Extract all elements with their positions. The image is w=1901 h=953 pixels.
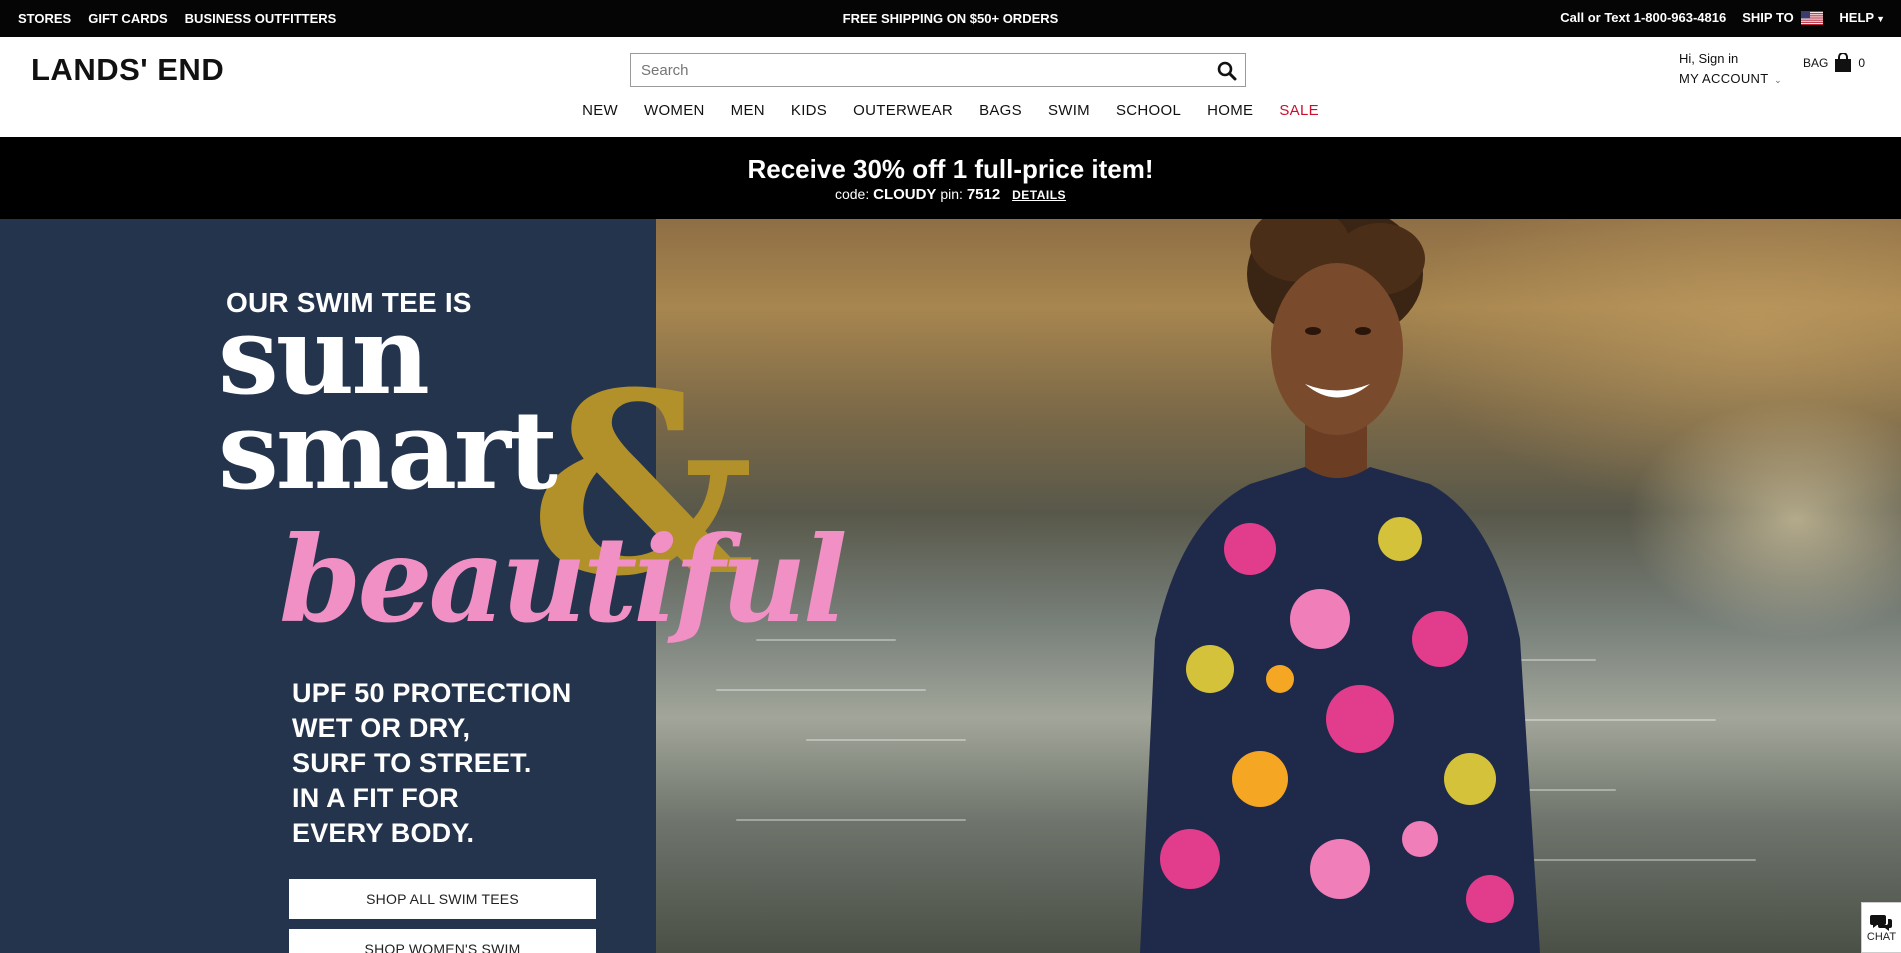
search-box xyxy=(630,53,1246,87)
feature-line: SURF TO STREET. xyxy=(292,748,532,778)
nav-item-outerwear[interactable]: OUTERWEAR xyxy=(840,102,966,119)
help-label: HELP xyxy=(1839,10,1875,25)
stores-link[interactable]: STORES xyxy=(18,11,71,26)
phone-link[interactable]: Call or Text 1-800-963-4816 xyxy=(1560,10,1726,25)
lands-end-logo[interactable]: LANDS' END xyxy=(31,52,224,88)
ship-to-label: SHIP TO xyxy=(1742,10,1794,25)
chat-bubbles-icon xyxy=(1869,914,1892,931)
promo-pin: 7512 xyxy=(966,186,1001,203)
nav-item-school[interactable]: SCHOOL xyxy=(1103,102,1194,119)
nav-item-swim[interactable]: SWIM xyxy=(1035,102,1103,119)
bag-count: 0 xyxy=(1858,56,1866,70)
nav-item-bags[interactable]: BAGS xyxy=(966,102,1035,119)
help-menu[interactable]: HELP ▼ xyxy=(1839,10,1885,25)
water-ripple xyxy=(806,739,966,741)
gift-cards-link[interactable]: GIFT CARDS xyxy=(88,11,167,26)
promo-banner: Receive 30% off 1 full-price item! code:… xyxy=(0,137,1901,219)
nav-item-sale[interactable]: SALE xyxy=(1266,102,1332,119)
chevron-down-icon: ▼ xyxy=(1876,14,1885,24)
sign-in-greeting: Hi, Sign in xyxy=(1679,51,1739,66)
shop-womens-swim-button[interactable]: SHOP WOMEN'S SWIM xyxy=(289,929,596,953)
free-shipping-link[interactable]: FREE SHIPPING ON $50+ ORDERS xyxy=(843,11,1059,26)
ship-to-selector[interactable]: SHIP TO xyxy=(1742,10,1824,25)
hero-banner[interactable]: OUR SWIM TEE IS sun & smart beautiful UP… xyxy=(0,219,1901,953)
promo-code: CLOUDY xyxy=(873,186,937,203)
main-nav: NEW WOMEN MEN KIDS OUTERWEAR BAGS SWIM S… xyxy=(0,102,1901,119)
business-outfitters-link[interactable]: BUSINESS OUTFITTERS xyxy=(185,11,337,26)
model-figure-image xyxy=(1140,219,1540,953)
search-icon[interactable] xyxy=(1217,61,1237,81)
search-input[interactable] xyxy=(631,54,1191,86)
bag-button[interactable]: BAG 0 xyxy=(1803,53,1865,73)
utility-bar: STORES GIFT CARDS BUSINESS OUTFITTERS FR… xyxy=(0,0,1901,37)
nav-item-new[interactable]: NEW xyxy=(569,102,631,119)
nav-item-kids[interactable]: KIDS xyxy=(778,102,840,119)
chat-button[interactable]: CHAT xyxy=(1861,902,1901,953)
us-flag-icon xyxy=(1801,11,1824,25)
promo-code-label: code: xyxy=(834,186,870,202)
nav-item-home[interactable]: HOME xyxy=(1194,102,1266,119)
chat-label: CHAT xyxy=(1866,930,1897,943)
site-header: LANDS' END NEW WOMEN MEN KIDS OUTERWEAR … xyxy=(0,37,1901,137)
promo-details-link[interactable]: DETAILS xyxy=(1012,188,1066,202)
nav-item-men[interactable]: MEN xyxy=(718,102,778,119)
promo-code-line: code: CLOUDY pin: 7512 DETAILS xyxy=(0,186,1901,203)
shop-all-swim-tees-button[interactable]: SHOP ALL SWIM TEES xyxy=(289,879,596,919)
my-account-text: MY ACCOUNT xyxy=(1679,71,1769,86)
hero-features-list: UPF 50 PROTECTION WET OR DRY, SURF TO ST… xyxy=(292,676,571,851)
nav-item-women[interactable]: WOMEN xyxy=(631,102,718,119)
shopping-bag-icon xyxy=(1835,53,1852,72)
feature-line: EVERY BODY. xyxy=(292,818,475,848)
feature-line: IN A FIT FOR xyxy=(292,783,459,813)
feature-line: WET OR DRY, xyxy=(292,713,471,743)
promo-headline: Receive 30% off 1 full-price item! xyxy=(747,154,1154,184)
bag-label: BAG xyxy=(1803,56,1829,70)
account-menu[interactable]: Hi, Sign in MY ACCOUNT ⌄ xyxy=(1679,51,1782,86)
water-ripple xyxy=(716,689,926,691)
chevron-down-icon: ⌄ xyxy=(1774,75,1782,85)
water-ripple xyxy=(736,819,966,821)
utility-links: STORES GIFT CARDS BUSINESS OUTFITTERS xyxy=(18,11,336,26)
utility-right: Call or Text 1-800-963-4816 SHIP TO HELP… xyxy=(1560,10,1885,25)
promo-pin-label: pin: xyxy=(940,186,963,202)
hero-word-beautiful: beautiful xyxy=(279,510,848,649)
feature-line: UPF 50 PROTECTION xyxy=(292,678,572,708)
my-account-label: MY ACCOUNT ⌄ xyxy=(1679,71,1782,86)
hero-word-smart: smart xyxy=(218,388,558,514)
